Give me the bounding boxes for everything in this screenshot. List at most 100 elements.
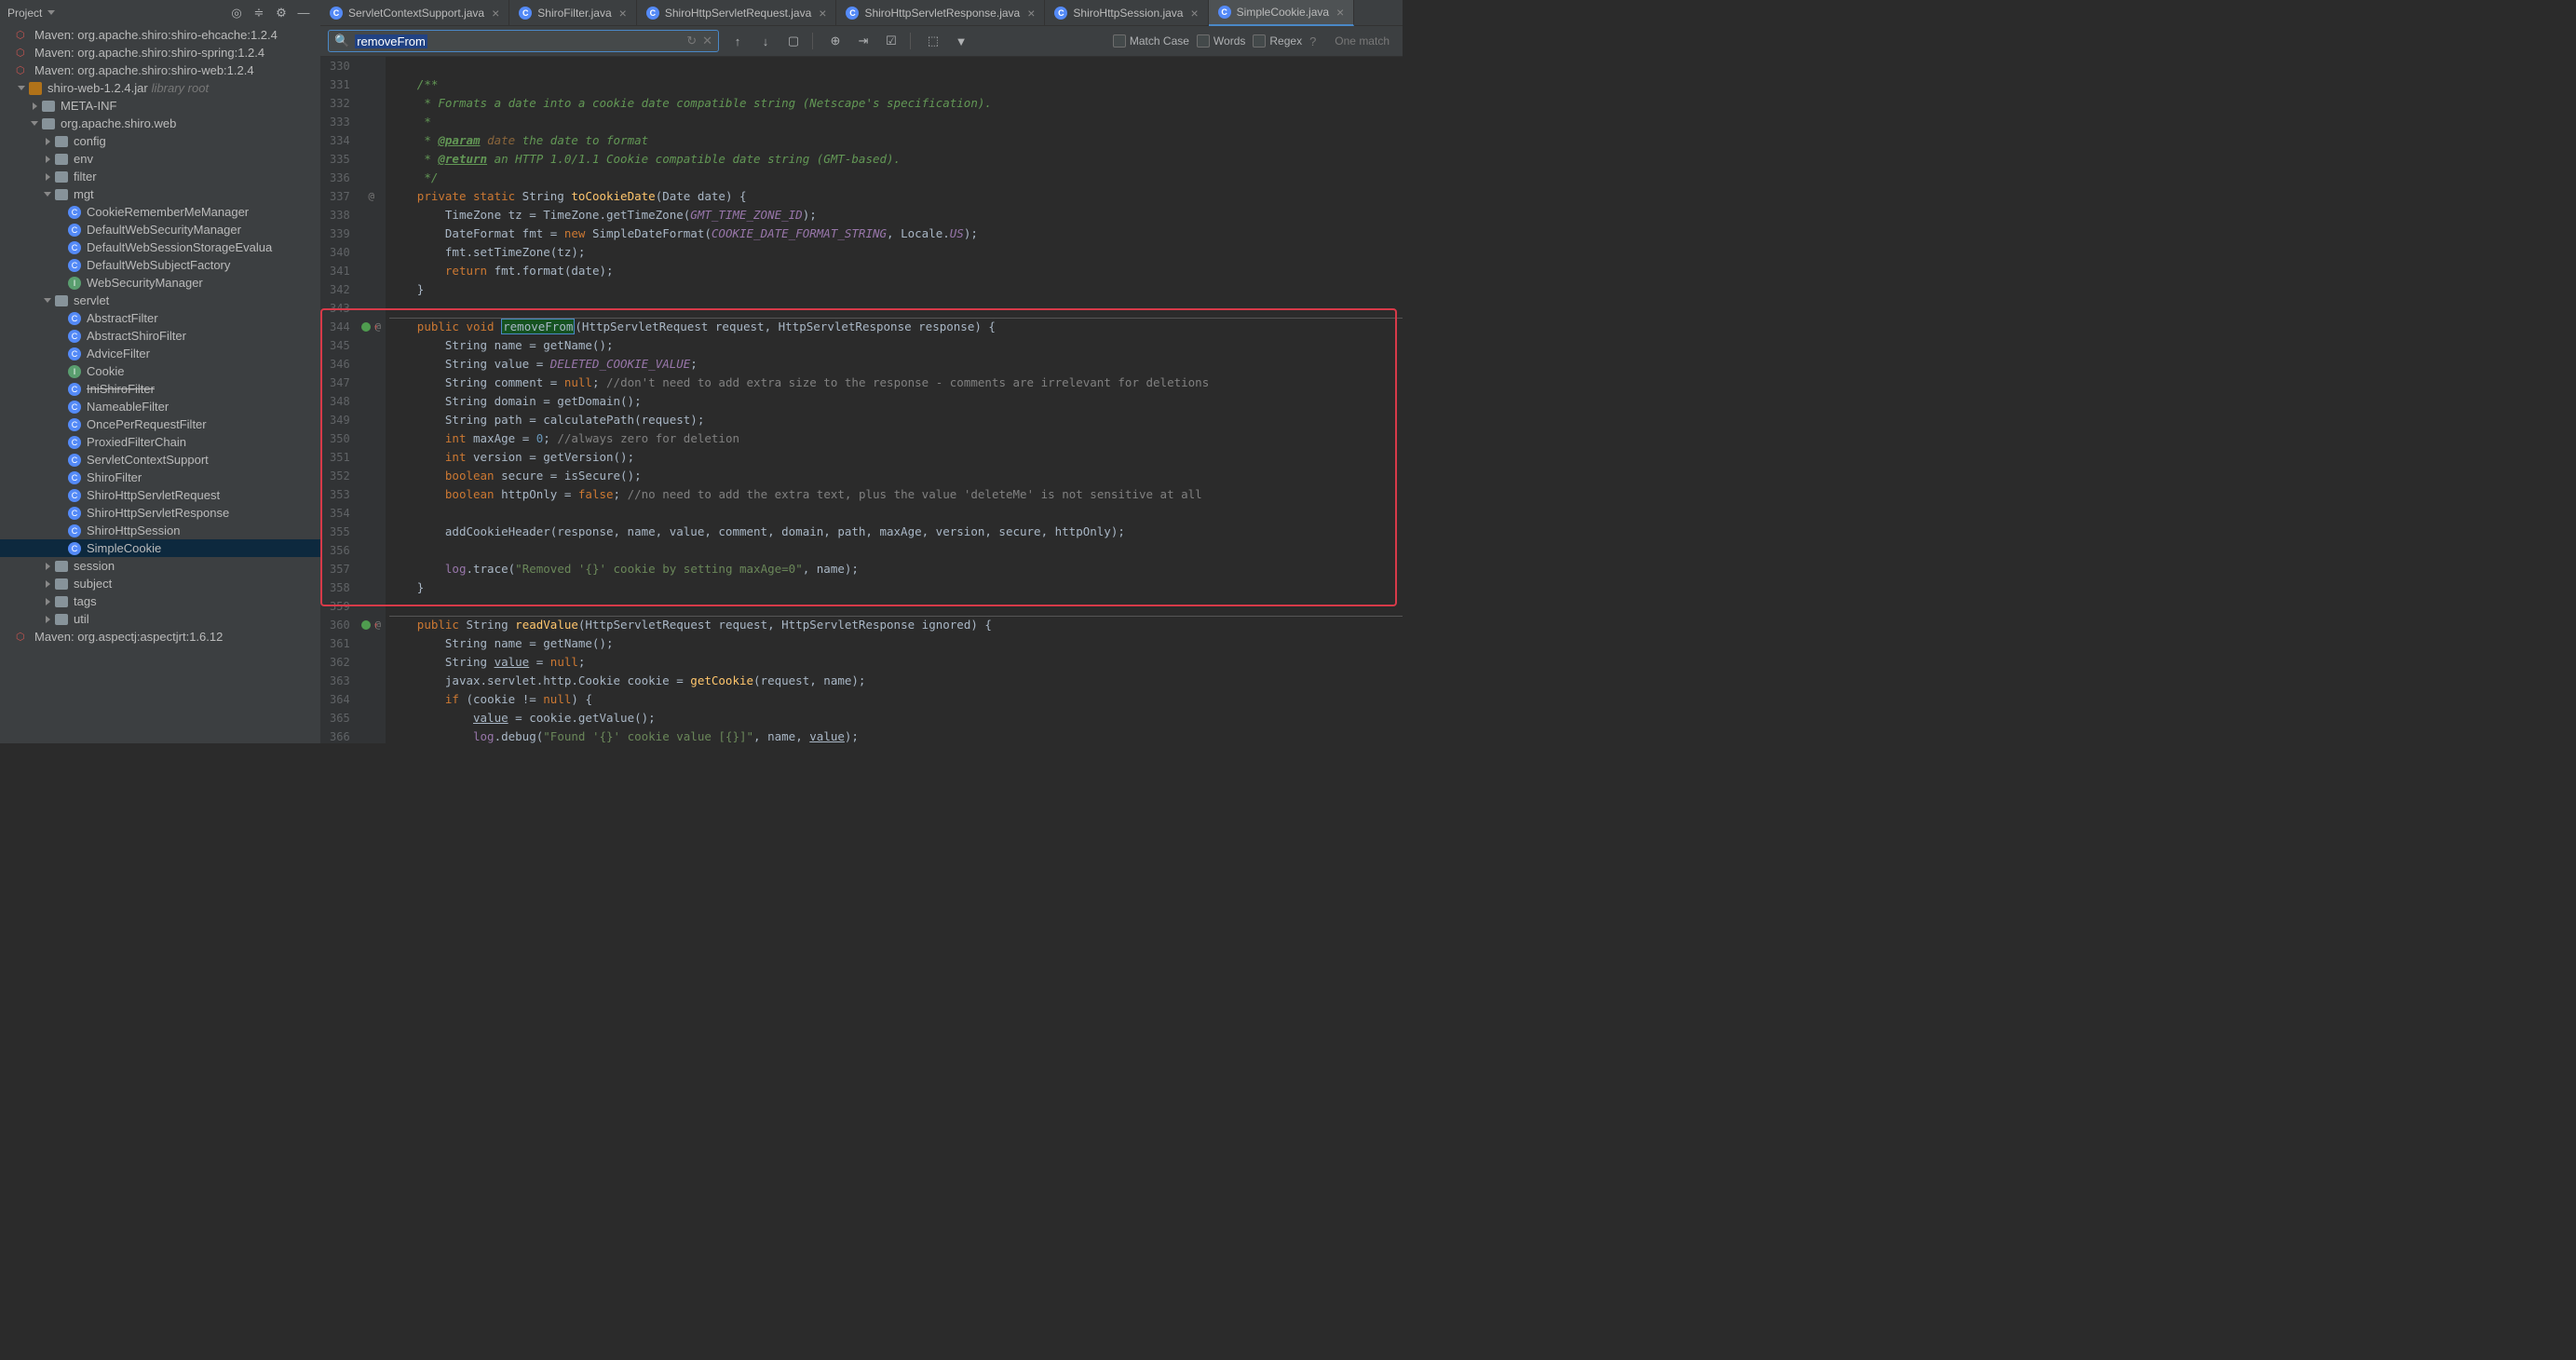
code-line[interactable]: String value = null; [389,653,1403,672]
override-icon[interactable] [361,322,371,332]
tree-item[interactable]: subject [0,575,320,592]
tree-item[interactable]: mgt [0,185,320,203]
tree-item[interactable]: servlet [0,292,320,309]
line-number[interactable]: 336 [330,169,350,187]
code-line[interactable]: String name = getName(); [389,634,1403,653]
close-icon[interactable]: × [819,6,826,20]
tree-item[interactable]: CShiroHttpServletResponse [0,504,320,522]
code-line[interactable] [389,299,1403,318]
line-number[interactable]: 337 [330,187,350,206]
line-number[interactable]: 340 [330,243,350,262]
tree-item[interactable]: ⬡Maven: org.aspectj:aspectjrt:1.6.12 [0,628,320,646]
tree-item[interactable]: CDefaultWebSubjectFactory [0,256,320,274]
tree-item[interactable]: CServletContextSupport [0,451,320,469]
select-all-icon[interactable]: ▢ [784,32,803,50]
code-line[interactable]: boolean secure = isSecure(); [389,467,1403,485]
tree-item[interactable]: env [0,150,320,168]
tree-item[interactable]: CAbstractFilter [0,309,320,327]
tree-item[interactable]: org.apache.shiro.web [0,115,320,132]
line-number[interactable]: 335 [330,150,350,169]
code-line[interactable] [389,504,1403,523]
code-line[interactable] [389,541,1403,560]
code-line[interactable]: javax.servlet.http.Cookie cookie = getCo… [389,672,1403,690]
close-icon[interactable]: × [1336,5,1344,20]
code-line[interactable]: boolean httpOnly = false; //no need to a… [389,485,1403,504]
add-selection-icon[interactable]: ⊕ [826,32,845,50]
line-number[interactable]: 358 [330,578,350,597]
search-input[interactable]: 🔍 removeFrom ↻ ✕ [328,30,719,52]
tree-item[interactable]: config [0,132,320,150]
line-number[interactable]: 343 [330,299,350,318]
tree-item[interactable]: CNameableFilter [0,398,320,415]
tree-item[interactable]: CCookieRememberMeManager [0,203,320,221]
toggle-1-icon[interactable]: ⇥ [854,32,873,50]
tab-ShiroHttpServletResponse-java[interactable]: CShiroHttpServletResponse.java× [836,0,1045,26]
prev-match-icon[interactable]: ↑ [728,32,747,50]
tree-item[interactable]: CDefaultWebSecurityManager [0,221,320,238]
line-number[interactable]: 366 [330,728,350,743]
filter-settings-icon[interactable]: ⬚ [924,32,942,50]
code-line[interactable]: String name = getName(); [389,336,1403,355]
tree-item[interactable]: CProxiedFilterChain [0,433,320,451]
history-icon[interactable]: ↻ [686,34,697,48]
line-number[interactable]: 360 [330,616,350,634]
code-line[interactable]: * @return an HTTP 1.0/1.1 Cookie compati… [389,150,1403,169]
tab-ShiroHttpServletRequest-java[interactable]: CShiroHttpServletRequest.java× [637,0,837,26]
tree-item[interactable]: tags [0,592,320,610]
line-number[interactable]: 363 [330,672,350,690]
match-case-checkbox[interactable] [1113,34,1126,48]
tree-item[interactable]: CShiroHttpSession [0,522,320,539]
tree-item[interactable]: ⬡Maven: org.apache.shiro:shiro-spring:1.… [0,44,320,61]
code-line[interactable]: public void removeFrom(HttpServletReques… [389,318,1403,336]
tree-item[interactable]: CIniShiroFilter [0,380,320,398]
tree-item[interactable]: ⬡Maven: org.apache.shiro:shiro-ehcache:1… [0,26,320,44]
tree-item[interactable]: util [0,610,320,628]
code-line[interactable]: */ [389,169,1403,187]
code-line[interactable]: * [389,113,1403,131]
code-line[interactable]: value = cookie.getValue(); [389,709,1403,728]
filter-icon[interactable]: ▼ [952,32,970,50]
code-line[interactable]: addCookieHeader(response, name, value, c… [389,523,1403,541]
tree-item[interactable]: ICookie [0,362,320,380]
line-number[interactable]: 332 [330,94,350,113]
code-line[interactable]: fmt.setTimeZone(tz); [389,243,1403,262]
words-option[interactable]: Words [1197,34,1245,48]
line-number[interactable]: 352 [330,467,350,485]
line-number[interactable]: 339 [330,224,350,243]
close-icon[interactable]: × [1027,6,1035,20]
line-number[interactable]: 357 [330,560,350,578]
code-line[interactable]: /** [389,75,1403,94]
code-line[interactable]: public String readValue(HttpServletReque… [389,616,1403,634]
toggle-2-icon[interactable]: ☑ [882,32,901,50]
code-line[interactable]: } [389,578,1403,597]
line-number[interactable]: 364 [330,690,350,709]
line-number[interactable]: 342 [330,280,350,299]
line-number[interactable]: 348 [330,392,350,411]
clear-search-icon[interactable]: ✕ [702,34,712,48]
line-number[interactable]: 361 [330,634,350,653]
code-line[interactable]: return fmt.format(date); [389,262,1403,280]
override-icon[interactable] [361,620,371,630]
collapse-icon[interactable]: ≑ [250,4,268,22]
tree-item[interactable]: CDefaultWebSessionStorageEvalua [0,238,320,256]
line-number[interactable]: 356 [330,541,350,560]
code-line[interactable]: } [389,280,1403,299]
code-line[interactable]: String path = calculatePath(request); [389,411,1403,429]
close-icon[interactable]: × [619,6,627,20]
tree-item[interactable]: session [0,557,320,575]
tab-ServletContextSupport-java[interactable]: CServletContextSupport.java× [320,0,509,26]
tree-item[interactable]: CShiroHttpServletRequest [0,486,320,504]
hide-icon[interactable]: — [294,4,313,22]
code-line[interactable]: log.trace("Removed '{}' cookie by settin… [389,560,1403,578]
words-checkbox[interactable] [1197,34,1210,48]
line-number[interactable]: 345 [330,336,350,355]
line-number[interactable]: 347 [330,374,350,392]
line-number[interactable]: 346 [330,355,350,374]
line-number[interactable]: 331 [330,75,350,94]
code-line[interactable]: if (cookie != null) { [389,690,1403,709]
line-number[interactable]: 359 [330,597,350,616]
code-line[interactable] [389,597,1403,616]
line-number[interactable]: 330 [330,57,350,75]
line-number[interactable]: 351 [330,448,350,467]
line-number[interactable]: 354 [330,504,350,523]
